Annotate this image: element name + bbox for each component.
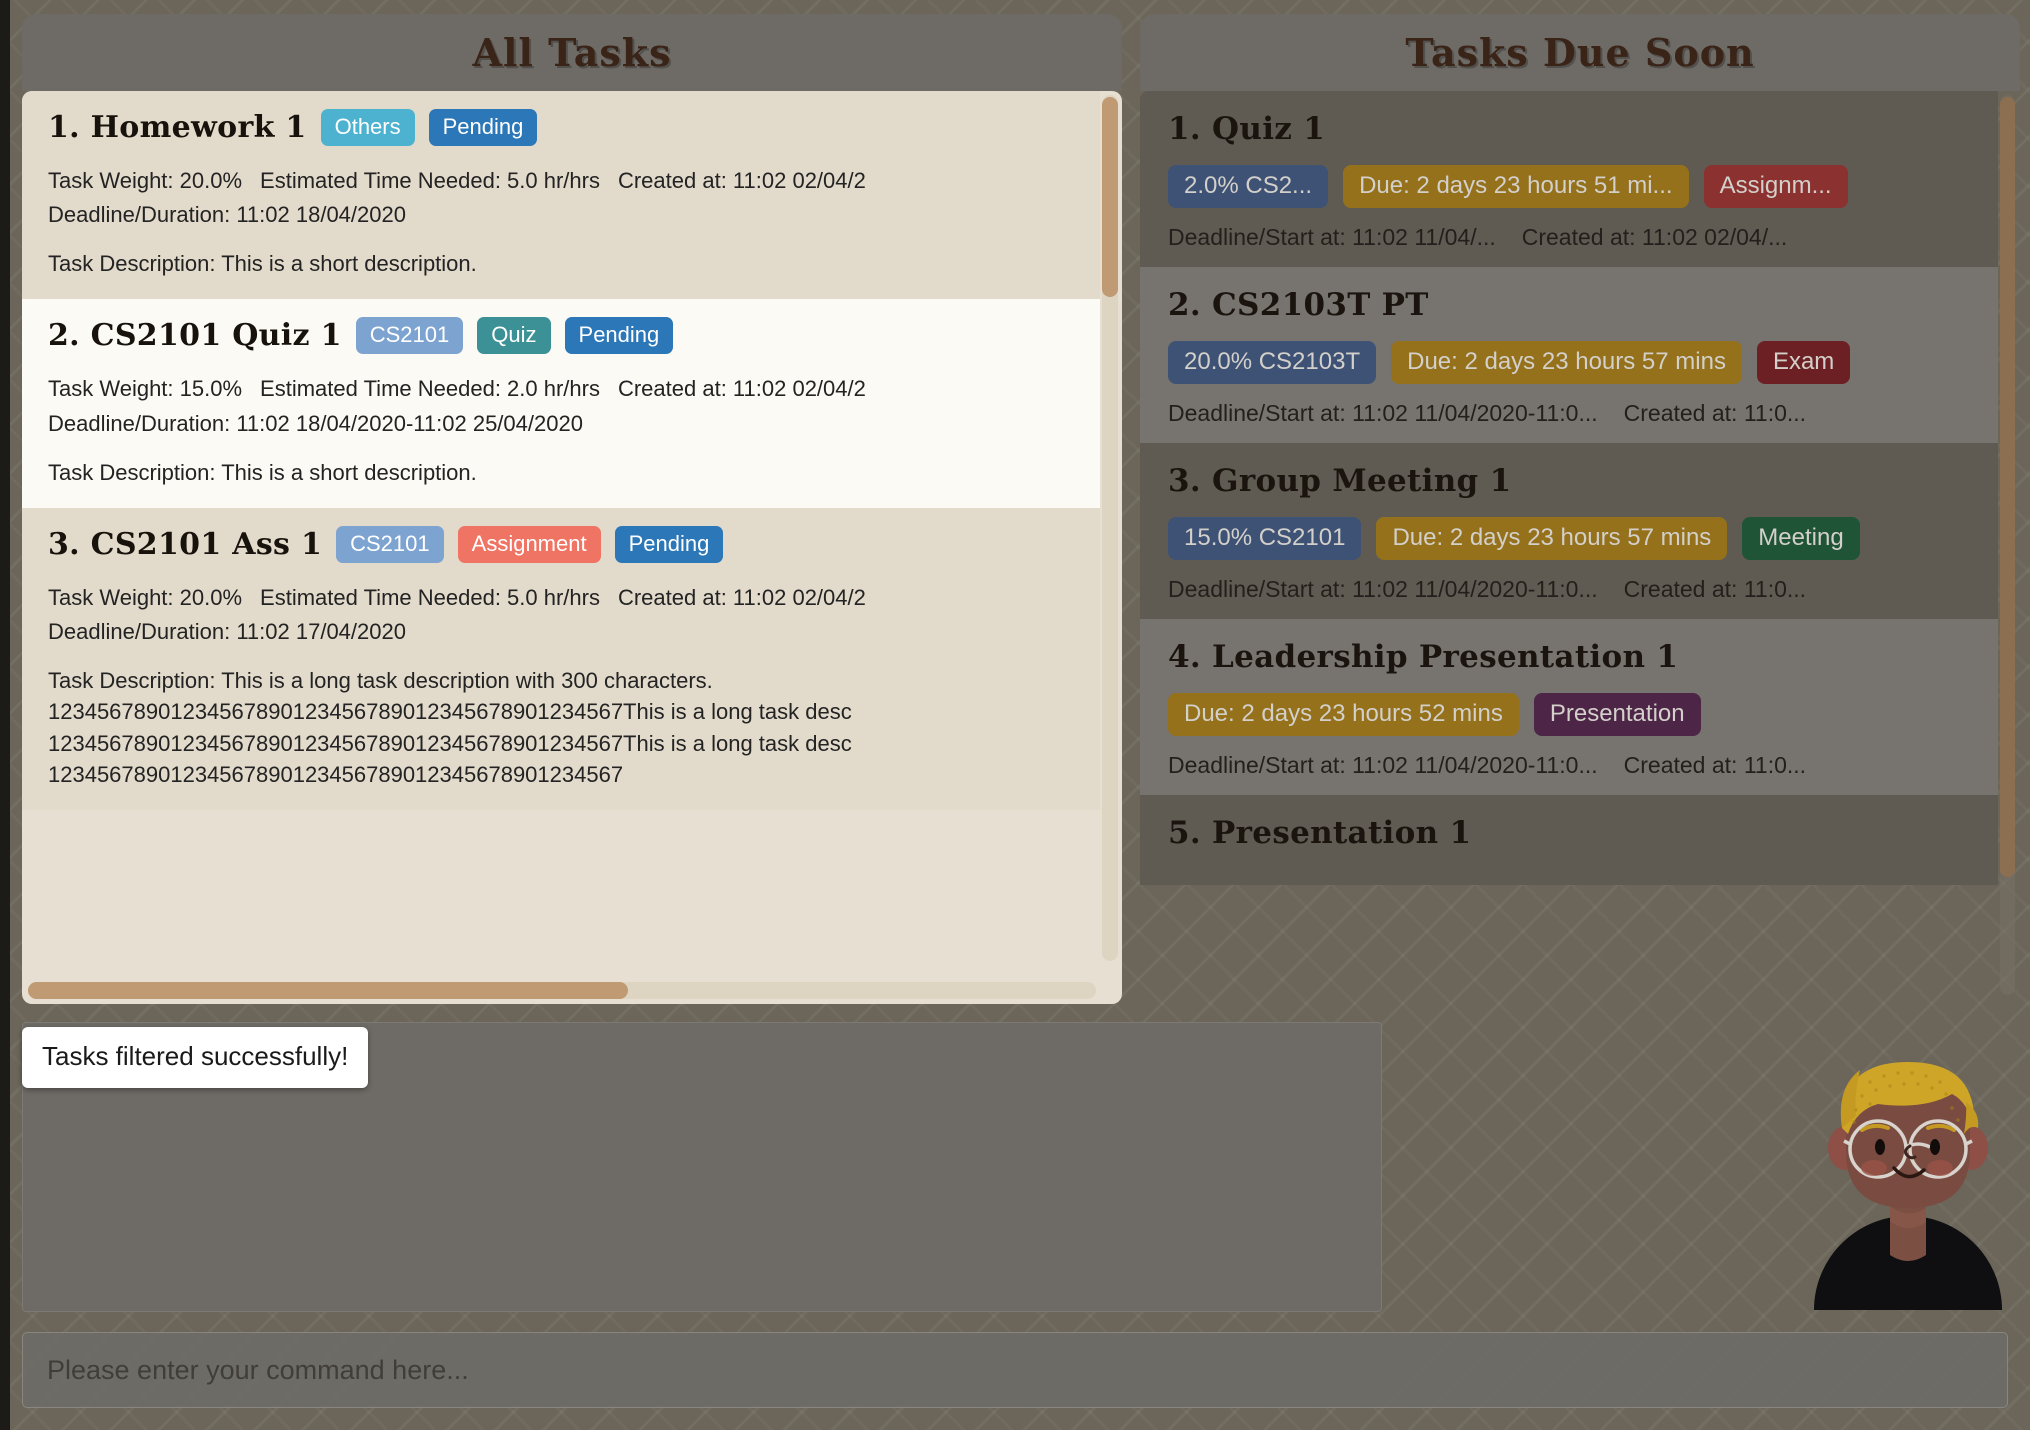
status-toast: Tasks filtered successfully!: [22, 1027, 369, 1088]
due-soon-chip: Presentation: [1533, 693, 1701, 736]
due-soon-meta: Deadline/Start at: 11:02 11/04/2020-11:0…: [1168, 752, 1970, 779]
due-soon-chip: Due: 2 days 23 hours 51 mi...: [1343, 165, 1689, 208]
window-left-edge: [0, 0, 10, 1430]
task-row-header: 3. CS2101 Ass 1 CS2101 Assignment Pending: [48, 525, 1074, 563]
task-chip: Pending: [564, 317, 674, 355]
due-soon-chip: Assignm...: [1703, 165, 1848, 208]
due-soon-chips: 20.0% CS2103T Due: 2 days 23 hours 57 min…: [1168, 341, 1970, 384]
due-soon-chip: 20.0% CS2103T: [1168, 341, 1377, 384]
task-title: 2. CS2101 Quiz 1: [48, 318, 342, 354]
task-chip: Pending: [614, 525, 724, 563]
due-soon-title: Tasks Due Soon: [1405, 30, 1755, 75]
task-estimated-time: Estimated Time Needed: 5.0 hr/hrs: [260, 584, 600, 610]
all-tasks-header: All Tasks: [22, 14, 1122, 91]
tasks-due-soon-list-inner: 1. Quiz 1 2.0% CS2... Due: 2 days 23 hours…: [1140, 91, 1998, 1004]
task-created-at: Created at: 11:02 02/04/2: [617, 376, 866, 402]
due-soon-chip: Meeting: [1742, 517, 1860, 560]
task-meta: Task Weight: 15.0% Estimated Time Needed:…: [48, 372, 1074, 440]
all-tasks-list[interactable]: 1. Homework 1 Others Pending Task Weight: 2…: [22, 91, 1122, 1004]
due-soon-created-at: Created at: 11:02 02/04/...: [1521, 224, 1788, 250]
task-title: 1. Homework 1: [48, 110, 307, 145]
due-soon-deadline: Deadline/Start at: 11:02 11/04/...: [1168, 224, 1496, 250]
panels-row: All Tasks 1. Homework 1 Others Pending Task…: [0, 0, 2030, 1005]
due-soon-chip: 15.0% CS2101: [1168, 517, 1362, 560]
due-soon-title: 3. Group Meeting 1: [1168, 463, 1512, 499]
task-deadline: Deadline/Duration: 11:02 18/04/2020: [48, 202, 406, 228]
tasks-due-soon-list[interactable]: 1. Quiz 1 2.0% CS2... Due: 2 days 23 hours…: [1140, 91, 2020, 1004]
task-deadline: Deadline/Duration: 11:02 18/04/2020-11:0…: [48, 410, 583, 436]
task-row[interactable]: 1. Homework 1 Others Pending Task Weight: 2…: [22, 91, 1100, 300]
all-tasks-panel: All Tasks 1. Homework 1 Others Pending Task…: [22, 14, 1122, 1004]
task-chip: Assignment: [457, 525, 601, 563]
due-soon-vertical-scrollbar[interactable]: [2000, 95, 2015, 995]
tasks-due-soon-header: Tasks Due Soon: [1140, 14, 2020, 91]
task-weight: Task Weight: 20.0%: [48, 584, 243, 610]
task-chip: CS2101: [336, 525, 444, 563]
due-soon-row[interactable]: 5. Presentation 1: [1140, 795, 1998, 885]
task-estimated-time: Estimated Time Needed: 2.0 hr/hrs: [260, 376, 600, 402]
all-tasks-horizontal-scrollbar[interactable]: [28, 982, 1096, 999]
due-soon-title: 2. CS2103T PT: [1168, 287, 1429, 323]
task-row[interactable]: 2. CS2101 Quiz 1 CS2101 Quiz Pending Task We…: [22, 299, 1100, 508]
page-title: All Tasks: [472, 30, 672, 75]
due-soon-chip: 2.0% CS2...: [1168, 165, 1329, 208]
task-chip: CS2101: [355, 317, 464, 355]
due-soon-created-at: Created at: 11:0...: [1623, 752, 1807, 778]
task-created-at: Created at: 11:02 02/04/2: [617, 168, 866, 193]
task-meta: Task Weight: 20.0% Estimated Time Needed:…: [48, 164, 1074, 232]
due-soon-chips: Due: 2 days 23 hours 52 mins Presentation: [1168, 693, 1970, 736]
due-soon-row[interactable]: 4. Leadership Presentation 1 Due: 2 days …: [1140, 619, 1998, 795]
command-input[interactable]: [22, 1332, 2008, 1408]
task-row-header: 1. Homework 1 Others Pending: [48, 109, 1074, 146]
all-tasks-vertical-scrollbar[interactable]: [1102, 95, 1118, 961]
due-soon-chip: Exam: [1756, 341, 1851, 384]
due-soon-chip: Due: 2 days 23 hours 57 mins: [1376, 517, 1728, 560]
task-chip: Quiz: [477, 317, 551, 355]
due-soon-row[interactable]: 3. Group Meeting 1 15.0% CS2101 Due: 2 day…: [1140, 443, 1998, 619]
task-row[interactable]: 3. CS2101 Ass 1 CS2101 Assignment Pending Ta…: [22, 507, 1100, 810]
task-description: Task Description: This is a short descri…: [48, 459, 477, 485]
task-title: 3. CS2101 Ass 1: [48, 526, 323, 562]
task-weight: Task Weight: 20.0%: [48, 168, 243, 193]
all-tasks-horizontal-scrollbar-thumb[interactable]: [28, 982, 628, 999]
due-soon-row[interactable]: 1. Quiz 1 2.0% CS2... Due: 2 days 23 hours…: [1140, 91, 1998, 267]
task-description: Task Description: This is a long task de…: [48, 668, 852, 787]
task-chip: Others: [320, 109, 415, 146]
due-soon-deadline: Deadline/Start at: 11:02 11/04/2020-11:0…: [1168, 576, 1598, 602]
avatar-illustration-icon: [1814, 1062, 2002, 1310]
due-soon-title: 5. Presentation 1: [1168, 815, 1472, 851]
due-soon-chip: Due: 2 days 23 hours 57 mins: [1391, 341, 1742, 384]
due-soon-chips: 15.0% CS2101 Due: 2 days 23 hours 57 mins…: [1168, 517, 1970, 560]
task-meta: Task Weight: 20.0% Estimated Time Needed:…: [48, 581, 1074, 649]
task-created-at: Created at: 11:02 02/04/2: [617, 584, 866, 610]
due-soon-deadline: Deadline/Start at: 11:02 11/04/2020-11:0…: [1168, 400, 1598, 426]
due-soon-chip: Due: 2 days 23 hours 52 mins: [1168, 693, 1519, 736]
task-description: Task Description: This is a short descri…: [48, 251, 477, 277]
due-soon-created-at: Created at: 11:0...: [1623, 400, 1807, 426]
task-chip: Pending: [428, 109, 538, 146]
task-row-header: 2. CS2101 Quiz 1 CS2101 Quiz Pending: [48, 317, 1074, 355]
task-deadline: Deadline/Duration: 11:02 17/04/2020: [48, 618, 406, 644]
due-soon-meta: Deadline/Start at: 11:02 11/04/... Create…: [1168, 224, 1970, 251]
tasks-due-soon-panel: Tasks Due Soon 1. Quiz 1 2.0% CS2... Due: …: [1140, 14, 2020, 1004]
due-soon-meta: Deadline/Start at: 11:02 11/04/2020-11:0…: [1168, 400, 1970, 427]
avatar: [1798, 1020, 2018, 1310]
due-soon-chips: 2.0% CS2... Due: 2 days 23 hours 51 mi...…: [1168, 165, 1970, 208]
due-soon-deadline: Deadline/Start at: 11:02 11/04/2020-11:0…: [1168, 752, 1598, 778]
due-soon-created-at: Created at: 11:0...: [1623, 576, 1807, 602]
all-tasks-list-inner: 1. Homework 1 Others Pending Task Weight: 2…: [22, 91, 1100, 966]
due-soon-row[interactable]: 2. CS2103T PT 20.0% CS2103T Due: 2 days 23…: [1140, 267, 1998, 443]
due-soon-title: 4. Leadership Presentation 1: [1168, 639, 1679, 675]
due-soon-title: 1. Quiz 1: [1168, 111, 1326, 147]
task-weight: Task Weight: 15.0%: [48, 376, 243, 402]
due-soon-vertical-scrollbar-thumb[interactable]: [2000, 97, 2015, 877]
all-tasks-vertical-scrollbar-thumb[interactable]: [1102, 97, 1118, 297]
task-estimated-time: Estimated Time Needed: 5.0 hr/hrs: [260, 168, 600, 193]
due-soon-meta: Deadline/Start at: 11:02 11/04/2020-11:0…: [1168, 576, 1970, 603]
